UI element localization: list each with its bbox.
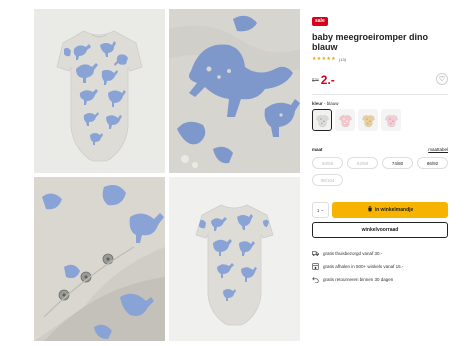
color-swatch-geel[interactable] bbox=[358, 109, 378, 131]
add-to-cart-label: in winkelmandje bbox=[374, 207, 414, 213]
color-swatch-blauw[interactable] bbox=[312, 109, 332, 131]
size-option[interactable]: 62/68 bbox=[347, 157, 378, 169]
sale-badge: sale bbox=[312, 17, 328, 26]
old-price: 6⁰⁰ bbox=[312, 78, 319, 84]
color-swatch-roze-print[interactable] bbox=[381, 109, 401, 131]
size-label: maat bbox=[312, 147, 323, 152]
benefits-list: gratis thuisbezorgd vanaf 30.- gratis af… bbox=[312, 249, 448, 283]
romper-thumbnail-icon bbox=[384, 114, 398, 127]
color-swatch-roze[interactable] bbox=[335, 109, 355, 131]
size-option[interactable]: 50/56 bbox=[312, 157, 343, 169]
divider bbox=[312, 94, 448, 95]
product-gallery bbox=[34, 9, 300, 341]
gallery-image-snaps[interactable] bbox=[34, 177, 165, 341]
size-option[interactable]: 74/80 bbox=[382, 157, 413, 169]
favorite-button[interactable]: ♡ bbox=[436, 73, 448, 85]
product-info-panel: sale baby meegroeiromper dino blauw ★★★★… bbox=[312, 9, 448, 288]
rating-count: (13) bbox=[338, 56, 347, 62]
price-row: 6⁰⁰ 2.- ♡ bbox=[312, 72, 448, 86]
truck-icon bbox=[312, 250, 319, 257]
product-page: sale baby meegroeiromper dino blauw ★★★★… bbox=[0, 0, 475, 346]
gallery-image-back[interactable] bbox=[169, 177, 300, 341]
benefit-text: gratis retourneren binnen 30 dagen bbox=[323, 276, 394, 282]
cart-row: 1 ⌄ in winkelmandje bbox=[312, 202, 448, 218]
benefit-text: gratis afhalen in 500+ winkels vanaf 15.… bbox=[323, 263, 404, 269]
benefit-delivery: gratis thuisbezorgd vanaf 30.- bbox=[312, 249, 448, 257]
heart-icon: ♡ bbox=[438, 76, 446, 83]
color-label: kleur - blauw bbox=[312, 101, 339, 106]
quantity-value: 1 bbox=[316, 207, 320, 213]
dino-print-closeup bbox=[169, 9, 300, 173]
product-rating[interactable]: ★★★★★ (13) bbox=[312, 56, 448, 62]
size-guide-link[interactable]: maattabel bbox=[428, 147, 448, 152]
shopping-bag-icon bbox=[367, 206, 373, 214]
benefit-text: gratis thuisbezorgd vanaf 30.- bbox=[323, 250, 383, 256]
size-options: 50/56 62/68 74/80 86/92 98/104 bbox=[312, 157, 448, 186]
store-icon bbox=[312, 262, 319, 270]
romper-thumbnail-icon bbox=[338, 114, 352, 127]
size-option[interactable]: 98/104 bbox=[312, 174, 343, 186]
romper-thumbnail-icon bbox=[361, 114, 375, 127]
add-to-cart-button[interactable]: in winkelmandje bbox=[332, 202, 448, 218]
return-icon bbox=[312, 276, 319, 283]
chevron-down-icon: ⌄ bbox=[320, 207, 325, 212]
romper-back-illustration bbox=[169, 177, 300, 341]
size-header: maat maattabel bbox=[312, 147, 448, 152]
size-option[interactable]: 86/92 bbox=[417, 157, 448, 169]
benefit-returns: gratis retourneren binnen 30 dagen bbox=[312, 275, 448, 283]
sale-price: 2.- bbox=[320, 73, 335, 87]
snap-buttons-closeup bbox=[34, 177, 165, 341]
product-title: baby meegroeiromper dino blauw bbox=[312, 32, 429, 52]
gallery-image-front[interactable] bbox=[34, 9, 165, 173]
store-stock-label: winkelvoorraad bbox=[361, 227, 399, 233]
store-stock-button[interactable]: winkelvoorraad bbox=[312, 222, 448, 238]
benefit-pickup: gratis afhalen in 500+ winkels vanaf 15.… bbox=[312, 262, 448, 270]
selected-color: - blauw bbox=[324, 101, 339, 106]
quantity-select[interactable]: 1 ⌄ bbox=[312, 202, 329, 218]
romper-front-illustration bbox=[34, 9, 165, 173]
star-rating-icon: ★★★★★ bbox=[312, 56, 336, 62]
color-swatches bbox=[312, 109, 448, 131]
romper-thumbnail-icon bbox=[315, 114, 329, 127]
gallery-image-detail[interactable] bbox=[169, 9, 300, 173]
